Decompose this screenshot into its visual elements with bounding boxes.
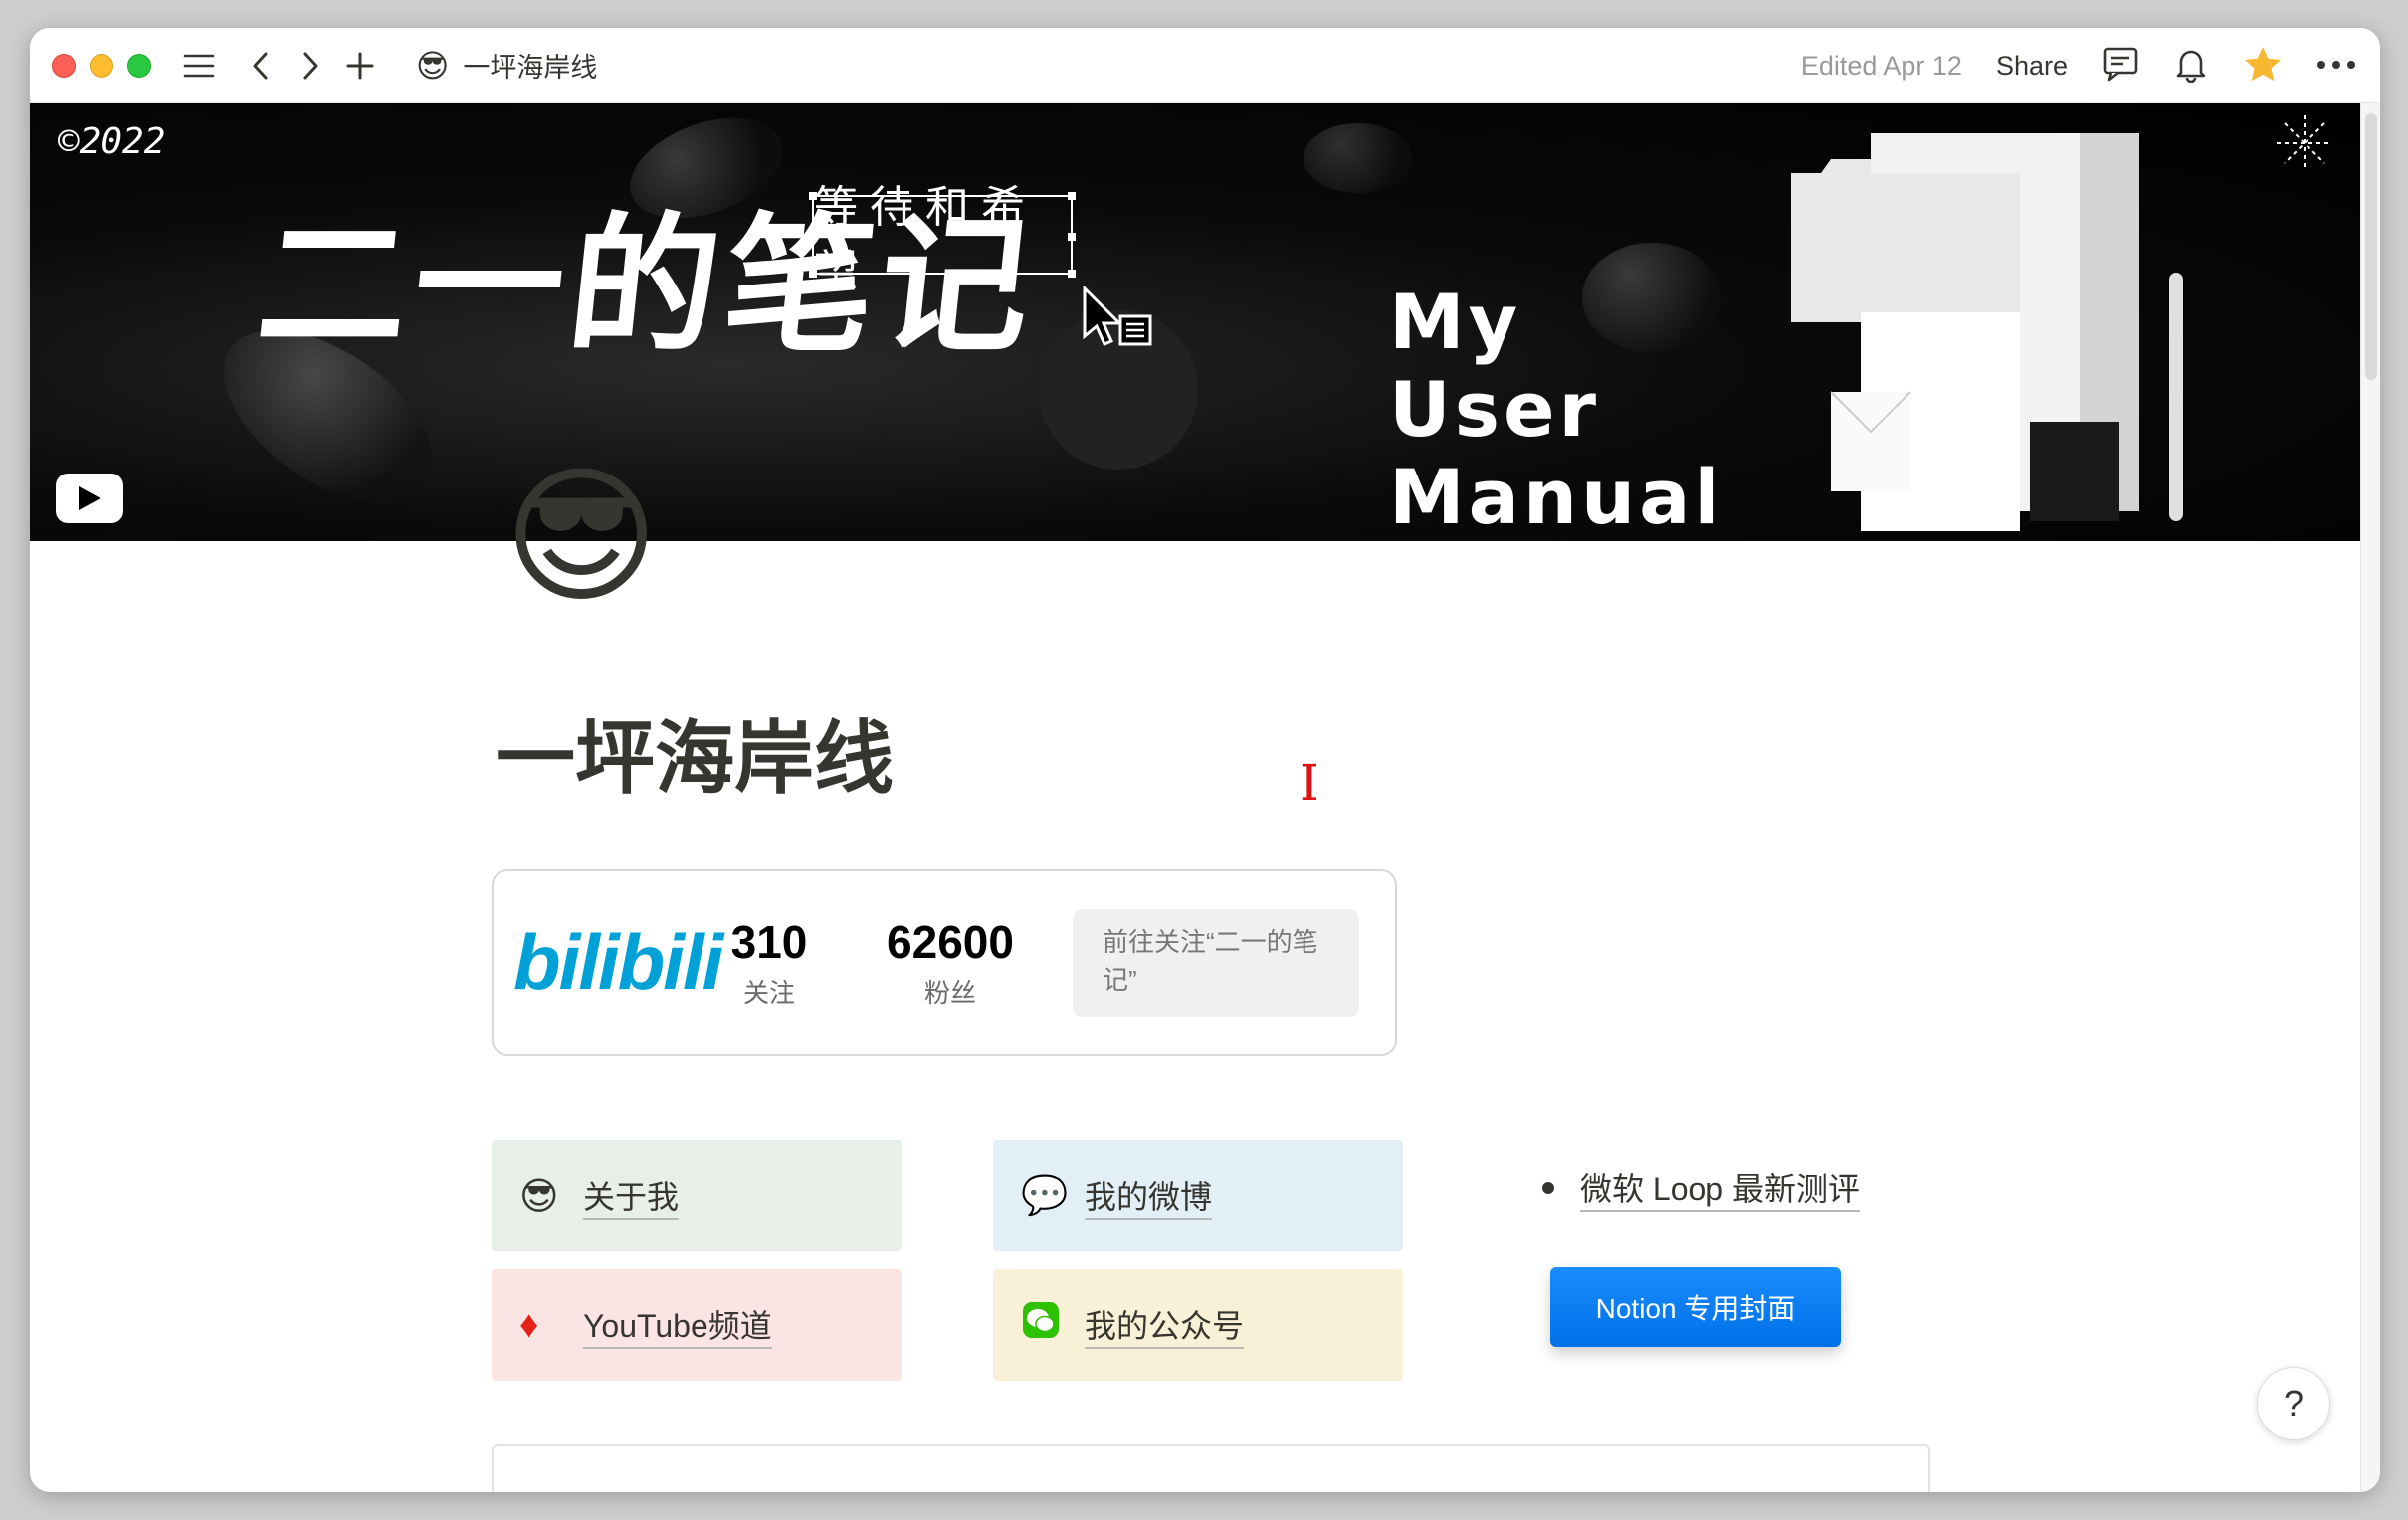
title-bar: 😎 一坪海岸线 Edited Apr 12 Share bbox=[30, 28, 2380, 103]
cover-stationery-illustration bbox=[1781, 133, 2199, 541]
followers-count: 62600 bbox=[887, 916, 1014, 968]
followers-stat: 62600 粉丝 bbox=[876, 915, 1025, 1010]
notifications-bell-icon[interactable] bbox=[2173, 45, 2209, 88]
cover-copyright: ©2022 bbox=[58, 121, 166, 162]
link-card-wechat[interactable]: 我的公众号 bbox=[993, 1269, 1403, 1381]
link-card-label[interactable]: 关于我 bbox=[583, 1172, 680, 1220]
bilibili-embed-card[interactable]: bilibili 310 关注 62600 粉丝 前往关注“二一的笔记” bbox=[492, 869, 1397, 1056]
cover-manual-line: Manual bbox=[1389, 453, 1724, 541]
scrollbar-thumb[interactable] bbox=[2365, 113, 2377, 380]
link-card-youtube[interactable]: ♦ YouTube频道 bbox=[492, 1269, 902, 1381]
close-window-button[interactable] bbox=[52, 53, 76, 78]
bulleted-list-item: 微软 Loop 最新测评 bbox=[1542, 1164, 1860, 1212]
more-options-icon[interactable] bbox=[2316, 57, 2356, 75]
loop-review-link[interactable]: 微软 Loop 最新测评 bbox=[1580, 1164, 1860, 1212]
forward-arrow-icon[interactable] bbox=[293, 48, 328, 84]
favorite-star-icon[interactable] bbox=[2243, 45, 2283, 88]
youtube-play-icon[interactable] bbox=[56, 474, 123, 523]
following-label: 关注 bbox=[742, 978, 795, 1008]
minimize-window-button[interactable] bbox=[90, 53, 113, 78]
app-window: 😎 一坪海岸线 Edited Apr 12 Share ©2022 二一的笔记 bbox=[30, 28, 2380, 1492]
cover-manual-line: User bbox=[1389, 365, 1600, 454]
sunglasses-emoji-icon: 😎 bbox=[519, 1175, 559, 1218]
cover-manual-text: My User Manual bbox=[1389, 279, 1723, 541]
mouse-pointer-icon bbox=[1081, 285, 1154, 361]
page-icon-emoji[interactable]: 😎 bbox=[503, 462, 659, 611]
notion-cover-button[interactable]: Notion 专用封面 bbox=[1550, 1267, 1841, 1347]
new-page-plus-icon[interactable] bbox=[342, 48, 378, 84]
bilibili-logo: bilibili bbox=[513, 918, 723, 1006]
comments-icon[interactable] bbox=[2102, 46, 2139, 87]
breadcrumb-page-title[interactable]: 一坪海岸线 bbox=[463, 46, 597, 85]
link-card-label[interactable]: YouTube频道 bbox=[583, 1301, 772, 1349]
followers-label: 粉丝 bbox=[923, 978, 976, 1008]
cover-tagline: 等待和希望 bbox=[809, 182, 1076, 296]
link-card-label[interactable]: 我的公众号 bbox=[1085, 1301, 1245, 1349]
page-cover-image[interactable]: ©2022 二一的笔记 等待和希望 My User Manual bbox=[30, 103, 2360, 541]
following-stat: 310 关注 bbox=[710, 915, 828, 1010]
maximize-window-button[interactable] bbox=[127, 53, 151, 78]
link-card-weibo[interactable]: 💬 我的微博 bbox=[993, 1140, 1403, 1251]
speech-bubble-icon: 💬 bbox=[1021, 1175, 1069, 1217]
wechat-icon bbox=[1021, 1300, 1077, 1350]
help-button[interactable]: ? bbox=[2257, 1367, 2330, 1440]
cover-decoration bbox=[1304, 123, 1413, 193]
vertical-scrollbar[interactable] bbox=[2360, 103, 2380, 1492]
following-count: 310 bbox=[730, 916, 808, 968]
window-controls bbox=[52, 53, 151, 78]
edited-timestamp: Edited Apr 12 bbox=[1800, 50, 1962, 81]
cover-manual-line: My bbox=[1389, 278, 1522, 366]
sidebar-menu-icon[interactable] bbox=[181, 48, 217, 84]
bullet-dot bbox=[1542, 1182, 1554, 1194]
follow-bilibili-button[interactable]: 前往关注“二一的笔记” bbox=[1073, 909, 1359, 1017]
link-card-label[interactable]: 我的微博 bbox=[1085, 1172, 1213, 1220]
cover-tagline-text: 等待和希望 bbox=[814, 182, 1037, 296]
link-card-about-me[interactable]: 😎 关于我 bbox=[492, 1140, 902, 1251]
titlebar-actions: Edited Apr 12 Share bbox=[1801, 28, 2356, 103]
bottom-callout-card bbox=[492, 1444, 1930, 1492]
text-cursor-icon: I bbox=[1300, 754, 1319, 812]
share-button[interactable]: Share bbox=[1996, 51, 2068, 82]
red-diamond-icon: ♦ bbox=[519, 1303, 539, 1346]
page-title[interactable]: 一坪海岸线 bbox=[496, 694, 894, 810]
sparkle-icon bbox=[2275, 113, 2334, 178]
back-arrow-icon[interactable] bbox=[243, 48, 279, 84]
page-emoji-small: 😎 bbox=[416, 47, 450, 84]
